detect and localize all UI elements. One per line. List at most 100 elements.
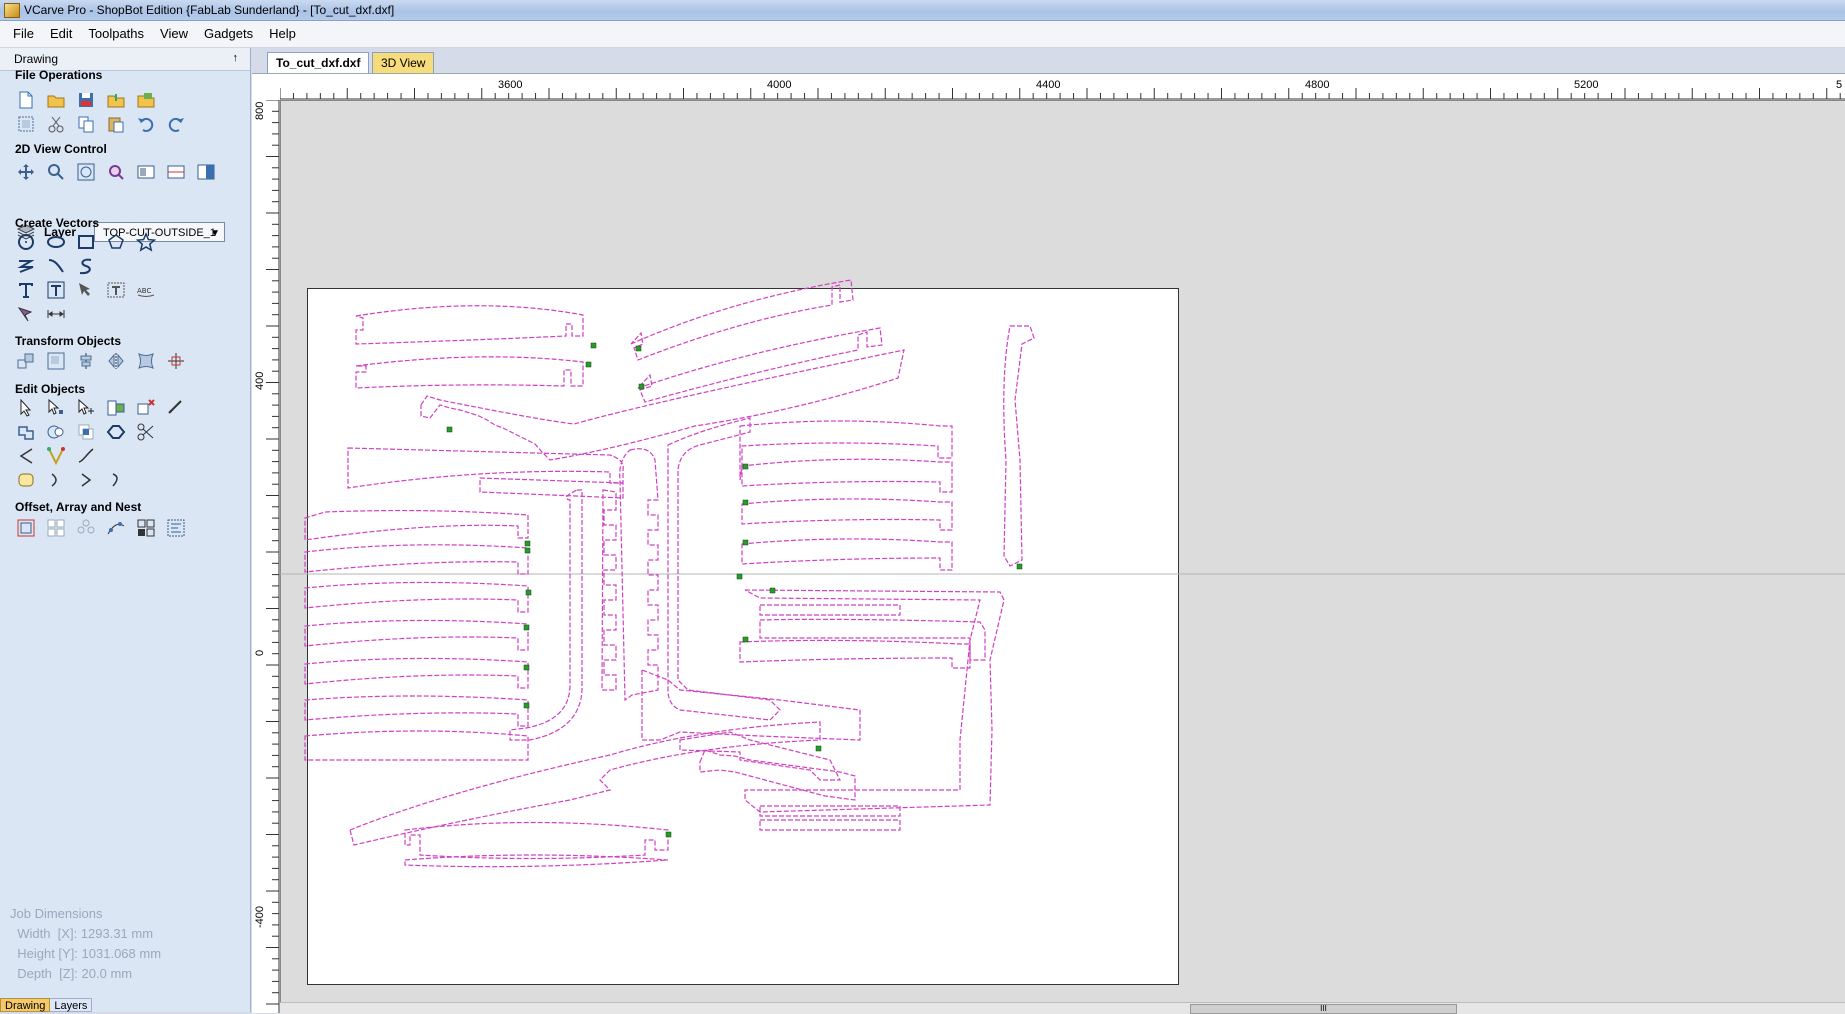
menu-toolpaths[interactable]: Toolpaths <box>80 21 152 47</box>
import-file-icon[interactable] <box>104 88 128 112</box>
mirror-icon[interactable] <box>104 349 128 373</box>
vector-part[interactable] <box>739 639 971 669</box>
close-vectors-icon[interactable] <box>14 468 38 492</box>
subtract-vectors-icon[interactable] <box>44 420 68 444</box>
import-bitmap-icon[interactable] <box>134 88 158 112</box>
pan-icon[interactable] <box>14 160 38 184</box>
view-split-icon[interactable] <box>164 160 188 184</box>
draw-circle-icon[interactable] <box>14 230 38 254</box>
vector-part[interactable] <box>355 305 584 345</box>
menu-gadgets[interactable]: Gadgets <box>196 21 261 47</box>
open-file-icon[interactable] <box>44 88 68 112</box>
draw-ellipse-icon[interactable] <box>44 230 68 254</box>
drawing-canvas[interactable] <box>280 100 1845 1013</box>
vector-part[interactable] <box>699 749 856 801</box>
save-file-icon[interactable] <box>74 88 98 112</box>
vector-part[interactable] <box>304 581 529 613</box>
vector-part[interactable] <box>304 619 529 651</box>
cut-icon[interactable] <box>44 112 68 136</box>
vector-part[interactable] <box>304 730 529 761</box>
scale-icon[interactable] <box>44 349 68 373</box>
measure-icon[interactable] <box>164 396 188 420</box>
node-edit-icon[interactable] <box>44 396 68 420</box>
view-3d-icon[interactable] <box>194 160 218 184</box>
vector-part[interactable] <box>349 721 821 846</box>
vector-part[interactable] <box>759 819 901 831</box>
align-icon[interactable] <box>74 349 98 373</box>
text-fit-icon[interactable] <box>104 278 128 302</box>
menu-edit[interactable]: Edit <box>42 21 80 47</box>
vector-part[interactable] <box>1003 325 1035 567</box>
join-vectors-icon[interactable] <box>104 420 128 444</box>
zoom-selected-icon[interactable] <box>104 160 128 184</box>
vector-part[interactable] <box>404 821 669 860</box>
menu-view[interactable]: View <box>152 21 196 47</box>
menu-help[interactable]: Help <box>261 21 304 47</box>
scrollbar-thumb[interactable]: III <box>1190 1004 1457 1014</box>
draw-curve-icon[interactable] <box>44 254 68 278</box>
new-file-icon[interactable] <box>14 88 38 112</box>
delete-vectors-icon[interactable] <box>134 396 158 420</box>
tab-icon[interactable] <box>104 468 128 492</box>
vector-part[interactable] <box>759 618 986 661</box>
curve-fit-icon[interactable] <box>44 444 68 468</box>
import-vectors-icon[interactable] <box>14 302 38 326</box>
auto-layout-text-icon[interactable] <box>44 278 68 302</box>
vector-part[interactable] <box>741 498 953 531</box>
job-setup-icon[interactable] <box>14 112 38 136</box>
vector-part[interactable] <box>741 458 953 493</box>
nest-settings-icon[interactable] <box>164 516 188 540</box>
menu-file[interactable]: File <box>0 21 42 47</box>
vector-part[interactable] <box>509 489 583 741</box>
vector-drawing[interactable] <box>280 100 1845 1013</box>
vector-part[interactable] <box>355 356 584 389</box>
draw-polygon-icon[interactable] <box>104 230 128 254</box>
vector-part[interactable] <box>741 538 953 571</box>
vector-part[interactable] <box>304 657 529 689</box>
vector-part[interactable] <box>304 695 529 727</box>
redo-icon[interactable] <box>164 112 188 136</box>
weld-vectors-icon[interactable] <box>14 420 38 444</box>
tab-3d-view[interactable]: 3D View <box>372 52 435 73</box>
circular-array-icon[interactable] <box>74 516 98 540</box>
offset-icon[interactable] <box>14 516 38 540</box>
vector-part[interactable] <box>637 327 883 403</box>
vector-part[interactable] <box>420 349 905 461</box>
vector-part[interactable] <box>641 669 861 741</box>
zoom-box-icon[interactable] <box>44 160 68 184</box>
vector-part[interactable] <box>479 477 624 499</box>
text-arc-icon[interactable]: ABC <box>134 278 158 302</box>
vector-part[interactable] <box>759 604 901 616</box>
smart-smooth-icon[interactable] <box>44 468 68 492</box>
draw-rectangle-icon[interactable] <box>74 230 98 254</box>
view-layout-icon[interactable] <box>134 160 158 184</box>
undo-icon[interactable] <box>134 112 158 136</box>
tab-dxf-file[interactable]: To_cut_dxf.dxf <box>267 52 370 73</box>
vector-part[interactable] <box>304 509 529 541</box>
trim-icon[interactable] <box>74 468 98 492</box>
tab-layers[interactable]: Layers <box>50 998 93 1012</box>
draw-text-icon[interactable] <box>14 278 38 302</box>
intersect-vectors-icon[interactable] <box>74 420 98 444</box>
vector-part[interactable] <box>601 489 617 691</box>
draw-polyline-icon[interactable] <box>14 254 38 278</box>
vector-part[interactable] <box>739 420 953 481</box>
text-on-curve-icon[interactable] <box>74 278 98 302</box>
horizontal-scrollbar[interactable]: III <box>280 1002 1845 1014</box>
array-copy-icon[interactable] <box>44 516 68 540</box>
pin-icon[interactable]: ↑ <box>233 52 239 64</box>
vector-part[interactable] <box>304 544 529 575</box>
interactive-transform-icon[interactable] <box>74 396 98 420</box>
cut-vectors[interactable] <box>304 279 1035 868</box>
nest-parts-icon[interactable] <box>134 516 158 540</box>
tab-drawing[interactable]: Drawing <box>0 998 51 1012</box>
copy-along-vectors-icon[interactable] <box>104 516 128 540</box>
vector-part[interactable] <box>679 731 841 781</box>
select-icon[interactable] <box>14 396 38 420</box>
distort-icon[interactable] <box>134 349 158 373</box>
dimensions-icon[interactable] <box>44 302 68 326</box>
fillet-icon[interactable] <box>14 444 38 468</box>
copy-icon[interactable] <box>74 112 98 136</box>
move-icon[interactable] <box>14 349 38 373</box>
paste-icon[interactable] <box>104 112 128 136</box>
